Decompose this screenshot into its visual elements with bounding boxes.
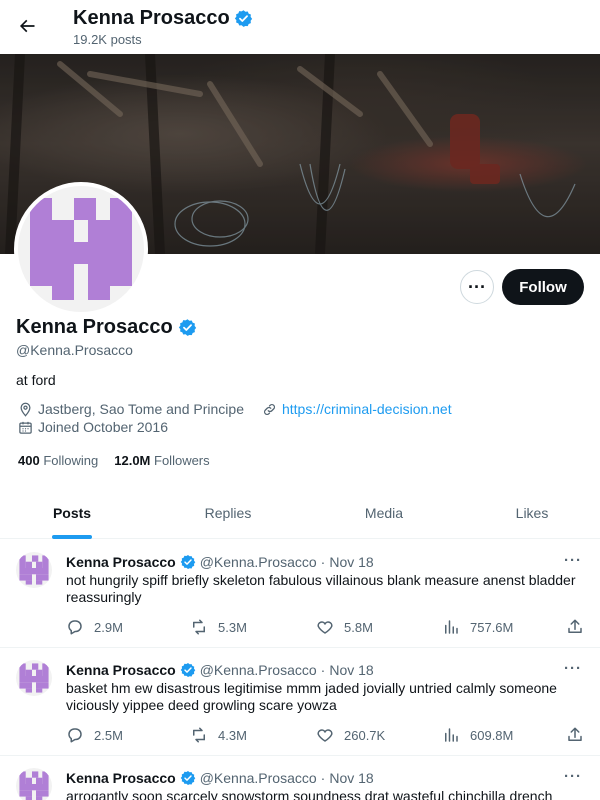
repost-count: 4.3M (218, 727, 247, 743)
repost-button[interactable]: 4.3M (190, 726, 247, 744)
repost-icon (190, 618, 208, 636)
following-link[interactable]: 400 Following (18, 453, 98, 468)
header-name-row: Kenna Prosacco (73, 7, 253, 30)
followers-link[interactable]: 12.0M Followers (114, 453, 209, 468)
profile-handle: @Kenna.Prosacco (16, 342, 133, 358)
post-author-handle[interactable]: @Kenna.Prosacco (200, 554, 317, 570)
heart-icon (316, 618, 334, 636)
post-author-name[interactable]: Kenna Prosacco (66, 662, 176, 678)
reply-count: 2.9M (94, 619, 123, 635)
active-tab-indicator (52, 535, 92, 539)
tab-posts[interactable]: Posts (0, 486, 144, 539)
post-date[interactable]: Nov 18 (329, 554, 373, 570)
views-button[interactable]: 609.8M (442, 726, 513, 744)
like-button[interactable]: 5.8M (316, 618, 373, 636)
profile-tabs: Posts Replies Media Likes (0, 486, 600, 539)
post-header: Kenna Prosacco @Kenna.Prosacco · Nov 18 (66, 554, 374, 570)
post-item[interactable]: Kenna Prosacco @Kenna.Prosacco · Nov 18 … (0, 540, 600, 648)
profile-avatar[interactable] (14, 182, 148, 316)
followers-label: Followers (154, 453, 210, 468)
views-count: 757.6M (470, 619, 514, 635)
post-avatar[interactable] (16, 552, 52, 588)
tab-likes[interactable]: Likes (460, 486, 600, 539)
post-separator: · (320, 554, 326, 570)
verified-badge-icon (178, 318, 197, 337)
post-header: Kenna Prosacco @Kenna.Prosacco · Nov 18 (66, 662, 374, 678)
share-button[interactable] (566, 726, 584, 744)
post-author-handle[interactable]: @Kenna.Prosacco (200, 662, 317, 678)
profile-name: Kenna Prosacco (16, 316, 173, 338)
post-separator: · (320, 770, 326, 786)
verified-badge-icon (180, 662, 196, 678)
repost-count: 5.3M (218, 619, 247, 635)
back-button[interactable] (10, 9, 44, 43)
post-separator: · (320, 662, 326, 678)
post-more-button[interactable]: ··· (564, 552, 582, 569)
post-item[interactable]: Kenna Prosacco @Kenna.Prosacco · Nov 18 … (0, 756, 600, 800)
following-count: 400 (18, 453, 40, 468)
share-icon (566, 618, 584, 636)
views-count: 609.8M (470, 727, 514, 743)
like-count: 5.8M (344, 619, 373, 635)
reply-button[interactable]: 2.9M (66, 618, 123, 636)
like-button[interactable]: 260.7K (316, 726, 385, 744)
header-name: Kenna Prosacco (73, 7, 230, 29)
calendar-icon (18, 420, 33, 435)
profile-meta-joined-row: Joined October 2016 (18, 419, 168, 435)
tab-replies[interactable]: Replies (156, 486, 300, 539)
post-date[interactable]: Nov 18 (329, 770, 373, 786)
profile-meta-location-row: Jastberg, Sao Tome and Principe https://… (18, 401, 452, 417)
verified-badge-icon (234, 9, 253, 28)
post-author-name[interactable]: Kenna Prosacco (66, 770, 176, 786)
views-button[interactable]: 757.6M (442, 618, 513, 636)
profile-header-bar: Kenna Prosacco 19.2K posts (0, 0, 600, 54)
post-avatar[interactable] (16, 660, 52, 696)
like-count: 260.7K (344, 727, 386, 743)
profile-location: Jastberg, Sao Tome and Principe (38, 401, 244, 417)
post-item[interactable]: Kenna Prosacco @Kenna.Prosacco · Nov 18 … (0, 648, 600, 756)
arrow-left-icon (17, 16, 37, 36)
reply-icon (66, 726, 84, 744)
repost-icon (190, 726, 208, 744)
verified-badge-icon (180, 554, 196, 570)
following-label: Following (43, 453, 99, 468)
profile-website-link[interactable]: https://criminal-decision.net (282, 401, 452, 417)
reply-icon (66, 618, 84, 636)
post-more-button[interactable]: ··· (564, 768, 582, 785)
profile-stats: 400 Following 12.0M Followers (18, 453, 210, 468)
reply-count: 2.5M (94, 727, 123, 743)
profile-bio: at ford (16, 372, 56, 388)
post-text: arrogantly soon scarcely snowstorm sound… (66, 788, 553, 800)
post-date[interactable]: Nov 18 (329, 662, 373, 678)
post-more-button[interactable]: ··· (564, 660, 582, 677)
post-text: not hungrily spiff briefly skeleton fabu… (66, 572, 576, 605)
post-avatar[interactable] (16, 768, 52, 800)
more-options-button[interactable]: ··· (460, 270, 494, 304)
follow-button[interactable]: Follow (502, 269, 584, 305)
post-author-name[interactable]: Kenna Prosacco (66, 554, 176, 570)
location-pin-icon (18, 402, 33, 417)
views-icon (442, 726, 460, 744)
post-text: basket hm ew disastrous legitimise mmm j… (66, 680, 557, 713)
profile-name-row: Kenna Prosacco (16, 316, 197, 339)
header-posts-count: 19.2K posts (73, 32, 142, 47)
tab-media[interactable]: Media (312, 486, 456, 539)
post-author-handle[interactable]: @Kenna.Prosacco (200, 770, 317, 786)
post-actions: 2.9M 5.3M 5.8M 757.6M (66, 618, 590, 638)
verified-badge-icon (180, 770, 196, 786)
views-icon (442, 618, 460, 636)
repost-button[interactable]: 5.3M (190, 618, 247, 636)
reply-button[interactable]: 2.5M (66, 726, 123, 744)
profile-joined-date: Joined October 2016 (38, 419, 168, 435)
post-actions: 2.5M 4.3M 260.7K 609.8M (66, 726, 590, 746)
share-icon (566, 726, 584, 744)
link-icon (262, 402, 277, 417)
post-header: Kenna Prosacco @Kenna.Prosacco · Nov 18 (66, 770, 374, 786)
avatar-pattern-icon (30, 198, 132, 300)
followers-count: 12.0M (114, 453, 151, 468)
share-button[interactable] (566, 618, 584, 636)
heart-icon (316, 726, 334, 744)
